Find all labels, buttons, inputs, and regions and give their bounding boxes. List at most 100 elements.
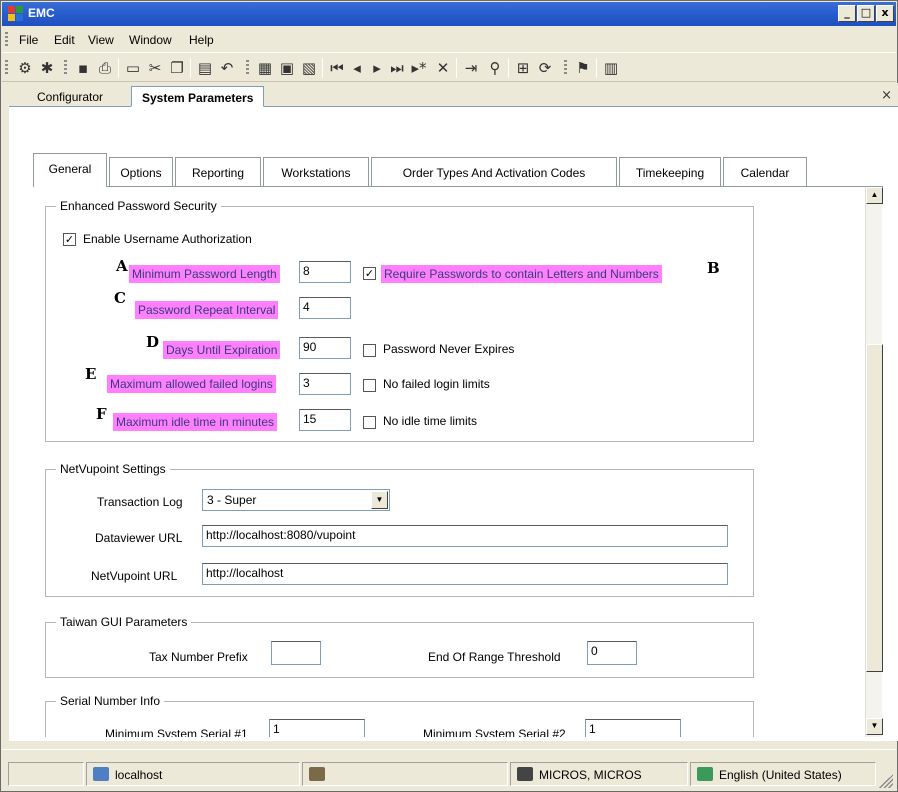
days-until-expiration-field[interactable]: 90 (299, 337, 351, 359)
minimize-button[interactable]: _ (838, 5, 856, 22)
menu-bar: File Edit View Window Help (2, 26, 896, 52)
days-until-expiration-label: Days Until Expiration (163, 341, 281, 359)
inner-tab-strip: General Options Reporting Workstations O… (33, 153, 833, 187)
menu-view[interactable]: View (88, 33, 114, 47)
serial1-field[interactable]: 1 (269, 719, 365, 737)
menu-edit[interactable]: Edit (54, 33, 75, 47)
emc-window: EMC _ □ x File Edit View Window Help ⚙ ✱… (0, 0, 898, 792)
tab-order-types[interactable]: Order Types And Activation Codes (371, 157, 617, 187)
undo-icon[interactable]: ↶ (218, 59, 236, 77)
serial2-field[interactable]: 1 (585, 719, 681, 737)
find-icon[interactable]: ⚲ (486, 59, 504, 77)
marker-c: C (114, 289, 126, 307)
transaction-log-select[interactable]: 3 - Super ▼ (202, 489, 390, 511)
globe-icon (697, 767, 713, 781)
cut-icon[interactable]: ✂ (146, 59, 164, 77)
tab-timekeeping[interactable]: Timekeeping (619, 157, 721, 187)
title-bar[interactable]: EMC _ □ x (2, 2, 896, 26)
delete-record-icon[interactable]: ✕ (434, 59, 452, 77)
paste-icon[interactable]: ▤ (196, 59, 214, 77)
resize-grip-icon[interactable] (879, 774, 893, 788)
run-icon[interactable]: ⚑ (574, 59, 592, 77)
next-record-icon[interactable]: ▸ (368, 59, 386, 77)
require-letters-numbers-checkbox[interactable]: ✓ (363, 267, 376, 280)
max-failed-logins-label: Maximum allowed failed logins (107, 375, 276, 393)
tree-icon[interactable]: ⊞ (514, 59, 532, 77)
tab-reporting[interactable]: Reporting (175, 157, 261, 187)
no-idle-time-limits-label: No idle time limits (383, 414, 478, 428)
dropdown-arrow-icon[interactable]: ▼ (371, 491, 388, 509)
print-preview-icon[interactable]: ▭ (124, 59, 142, 77)
menu-grip[interactable] (5, 32, 8, 46)
table-view-icon[interactable]: ▣ (278, 59, 296, 77)
previous-record-icon[interactable]: ◂ (348, 59, 366, 77)
first-record-icon[interactable]: ⏮ (328, 59, 346, 77)
enable-username-checkbox[interactable]: ✓ (63, 233, 76, 246)
menu-help[interactable]: Help (189, 33, 214, 47)
new-record-icon[interactable]: ▸* (410, 59, 428, 77)
form-view-icon[interactable]: ▦ (256, 59, 274, 77)
netvupoint-url-field[interactable]: http://localhost (202, 563, 728, 585)
menu-file[interactable]: File (19, 33, 38, 47)
modules-icon[interactable]: ✱ (38, 59, 56, 77)
toolbar-grip[interactable] (246, 60, 249, 76)
scroll-thumb[interactable] (866, 344, 883, 672)
menu-window[interactable]: Window (129, 33, 172, 47)
tax-number-prefix-field[interactable] (271, 641, 321, 665)
last-record-icon[interactable]: ⏭ (388, 59, 406, 77)
toolbar: ⚙ ✱ ▪ ⎙ ▭ ✂ ❐ ▤ ↶ ▦ ▣ ▧ ⏮ ◂ ▸ ⏭ ▸* ✕ ⇥ ⚲… (2, 52, 896, 82)
close-document-icon[interactable]: × (881, 88, 892, 103)
password-never-expires-checkbox[interactable] (363, 344, 376, 357)
status-panel-server: localhost (86, 762, 300, 786)
tab-general[interactable]: General (33, 153, 107, 187)
goto-icon[interactable]: ⇥ (462, 59, 480, 77)
close-button[interactable]: x (876, 5, 894, 22)
properties-icon[interactable]: ▥ (602, 59, 620, 77)
status-user: MICROS, MICROS (539, 768, 642, 782)
scroll-up-icon[interactable]: ▲ (866, 187, 883, 204)
tab-workstations[interactable]: Workstations (263, 157, 369, 187)
marker-d: D (146, 333, 160, 351)
duplicate-icon[interactable]: ▧ (300, 59, 318, 77)
transaction-log-label: Transaction Log (97, 495, 183, 509)
tab-system-parameters[interactable]: System Parameters (131, 86, 265, 107)
serial1-label: Minimum System Serial #1 (105, 727, 248, 737)
marker-e: E (85, 365, 97, 383)
vertical-scrollbar[interactable]: ▲ ▼ (865, 187, 883, 737)
save-icon[interactable]: ▪ (74, 59, 92, 77)
tax-number-prefix-label: Tax Number Prefix (149, 650, 248, 664)
group-title: NetVupoint Settings (56, 462, 170, 476)
status-panel-empty (8, 762, 84, 786)
status-bar: localhost MICROS, MICROS English (United… (2, 749, 896, 791)
status-server: localhost (115, 768, 163, 782)
serial2-label: Minimum System Serial #2 (423, 727, 566, 737)
server-icon (93, 767, 109, 781)
password-never-expires-label: Password Never Expires (383, 342, 515, 356)
toolbar-separator (190, 58, 191, 78)
max-idle-time-field[interactable]: 15 (299, 409, 351, 431)
max-idle-time-label: Maximum idle time in minutes (113, 413, 278, 431)
scroll-down-icon[interactable]: ▼ (866, 718, 883, 735)
password-repeat-interval-field[interactable]: 4 (299, 297, 351, 319)
max-failed-logins-field[interactable]: 3 (299, 373, 351, 395)
marker-b: B (707, 259, 720, 277)
tab-configurator[interactable]: Configurator (27, 86, 113, 107)
no-idle-time-limits-checkbox[interactable] (363, 416, 376, 429)
maximize-button[interactable]: □ (857, 5, 875, 22)
user-icon (517, 767, 533, 781)
toolbar-grip[interactable] (564, 60, 567, 76)
tab-calendar[interactable]: Calendar (723, 157, 807, 187)
copy-icon[interactable]: ❐ (168, 59, 186, 77)
tab-options[interactable]: Options (109, 157, 173, 187)
end-of-range-threshold-field[interactable]: 0 (587, 641, 637, 665)
require-letters-numbers-label: Require Passwords to contain Letters and… (381, 265, 662, 283)
module-icon[interactable]: ⚙ (16, 59, 34, 77)
refresh-icon[interactable]: ⟳ (536, 59, 554, 77)
no-failed-login-limits-checkbox[interactable] (363, 379, 376, 392)
min-password-length-label: Minimum Password Length (129, 265, 280, 283)
min-password-length-field[interactable]: 8 (299, 261, 351, 283)
toolbar-grip[interactable] (64, 60, 67, 76)
toolbar-grip[interactable] (5, 60, 8, 76)
dataviewer-url-field[interactable]: http://localhost:8080/vupoint (202, 525, 728, 547)
print-icon[interactable]: ⎙ (96, 59, 114, 77)
